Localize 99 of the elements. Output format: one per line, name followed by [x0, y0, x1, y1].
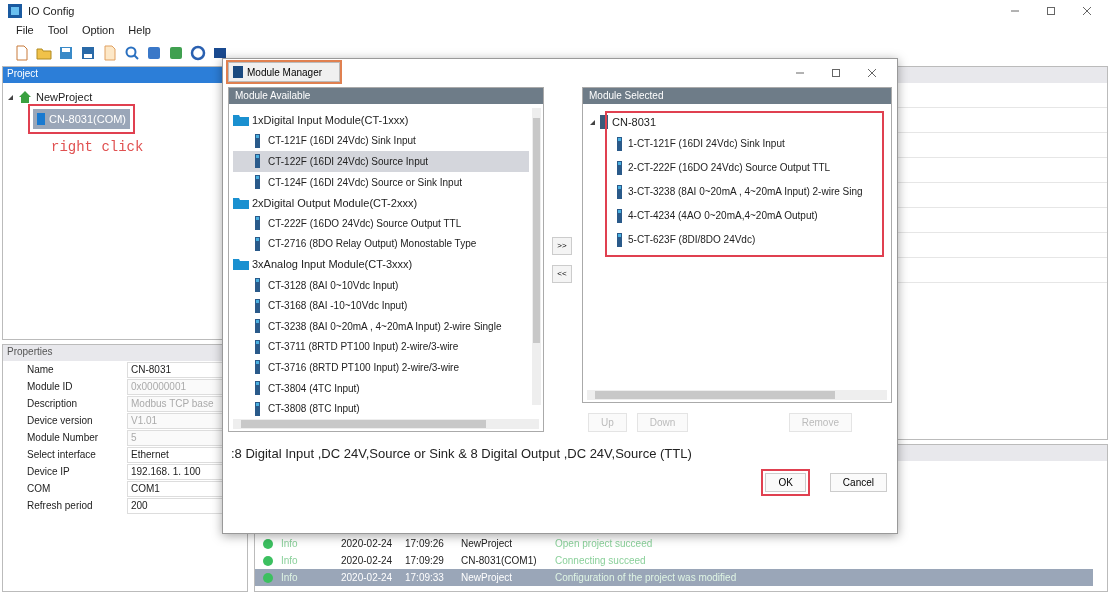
- module-icon: [233, 66, 243, 78]
- device-icon: [37, 113, 45, 125]
- module-icon: [255, 360, 260, 375]
- module-icon: [617, 232, 622, 247]
- folder-icon[interactable]: [36, 45, 52, 61]
- log-source: NewProject: [461, 572, 514, 583]
- module-icon: [617, 136, 622, 151]
- house-icon: [18, 90, 32, 104]
- property-name: Description: [27, 398, 79, 409]
- module-item[interactable]: CT-222F (16DO 24Vdc) Source Output TTL: [233, 212, 529, 234]
- property-name: COM: [27, 483, 52, 494]
- property-name: Device IP: [27, 466, 71, 477]
- app-icon: [8, 4, 22, 18]
- module-item[interactable]: CT-3128 (8AI 0~10Vdc Input): [233, 274, 529, 296]
- tree-item[interactable]: 3-CT-3238 (8AI 0~20mA , 4~20mA Input) 2-wire Sing: [589, 181, 885, 202]
- log-row[interactable]: Info 2020-02-24 17:09:26 NewProject Open project succeed: [255, 535, 1093, 552]
- scrollbar[interactable]: [587, 390, 887, 400]
- document-icon[interactable]: [14, 45, 30, 61]
- context-menu-item[interactable]: Module Manager: [228, 62, 340, 82]
- menu-item[interactable]: Tool: [47, 24, 68, 40]
- log-date: 2020-02-24: [341, 538, 394, 549]
- expanded-arrow-icon[interactable]: [7, 93, 14, 101]
- maximize-icon[interactable]: [831, 68, 841, 78]
- panel-title: Module Selected: [583, 88, 891, 104]
- module-icon: [255, 216, 260, 231]
- folder-icon: [233, 114, 249, 127]
- module-icon: [255, 381, 260, 395]
- square-icon[interactable]: [212, 45, 228, 61]
- group-label[interactable]: 3xAnalog Input Module(CT-3xxx): [252, 258, 413, 271]
- status-dot-icon: [263, 555, 273, 566]
- magnifier-icon[interactable]: [124, 45, 140, 61]
- folder-icon: [233, 196, 249, 209]
- log-message: Open project succeed: [555, 538, 654, 549]
- scrollbar[interactable]: [532, 108, 541, 405]
- tree-item[interactable]: NewProject: [36, 91, 93, 103]
- window-title: IO Config: [28, 5, 75, 17]
- status-dot-icon: [263, 572, 273, 583]
- module-icon: [255, 298, 260, 313]
- module-icon: [617, 160, 622, 175]
- log-time: 17:09:29: [405, 555, 445, 566]
- close-icon[interactable]: [1082, 6, 1092, 16]
- property-name: Refresh period: [27, 500, 94, 511]
- log-level: Info: [281, 538, 299, 549]
- module-icon: [255, 236, 260, 251]
- property-name: Module Number: [27, 432, 100, 443]
- module-item[interactable]: CT-3238 (8AI 0~20mA , 4~20mA Input) 2-wire Single: [233, 315, 529, 337]
- folder-icon: [233, 258, 249, 271]
- module-icon: [255, 154, 260, 169]
- module-icon: [255, 278, 260, 293]
- module-icon: [255, 339, 260, 354]
- maximize-icon[interactable]: [1046, 6, 1056, 16]
- tree-item[interactable]: 1-CT-121F (16DI 24Vdc) Sink Input: [589, 133, 885, 154]
- module-icon: [255, 401, 260, 416]
- tree-item[interactable]: 4-CT-4234 (4AO 0~20mA,4~20mA Output): [589, 205, 885, 226]
- log-message: Connecting succeed: [555, 555, 647, 566]
- menu-item[interactable]: Help: [128, 24, 151, 40]
- tree-item[interactable]: 5-CT-623F (8DI/8DO 24Vdc): [589, 229, 885, 250]
- module-item[interactable]: CT-124F (16DI 24Vdc) Source or Sink Input: [233, 171, 529, 193]
- square-icon[interactable]: [146, 45, 162, 61]
- module-item[interactable]: CT-2716 (8DO Relay Output) Monostable Type: [233, 233, 529, 255]
- expanded-arrow-icon[interactable]: [589, 118, 596, 126]
- module-icon: [255, 319, 260, 334]
- log-message: Configuration of the project was modified: [555, 572, 738, 583]
- module-icon: [255, 133, 260, 148]
- log-source: CN-8031(COM1): [461, 555, 538, 566]
- module-icon: [617, 208, 622, 223]
- log-level: Info: [281, 555, 299, 566]
- module-icon: [255, 175, 260, 190]
- property-name: Module ID: [27, 381, 74, 392]
- log-row[interactable]: Info 2020-02-24 17:09:29 CN-8031(COM1) Connecting succeed: [255, 552, 1093, 569]
- log-time: 17:09:33: [405, 572, 445, 583]
- tree-item[interactable]: 2-CT-222F (16DO 24Vdc) Source Output TTL: [589, 157, 885, 178]
- cancel-button[interactable]: Cancel: [829, 473, 887, 492]
- move-button[interactable]: <<: [552, 264, 572, 283]
- log-source: NewProject: [461, 538, 514, 549]
- status-dot-icon: [263, 538, 273, 549]
- module-item[interactable]: CT-3168 (8AI -10~10Vdc Input): [233, 295, 529, 316]
- panel-title: Module Available: [229, 88, 543, 104]
- group-label[interactable]: 1xDigital Input Module(CT-1xxx): [252, 114, 409, 127]
- tree-item[interactable]: CN-8031: [612, 116, 657, 128]
- log-time: 17:09:26: [405, 538, 445, 549]
- module-icon: [617, 184, 622, 199]
- menu-item[interactable]: File: [16, 24, 34, 40]
- log-date: 2020-02-24: [341, 572, 394, 583]
- menu-item[interactable]: Option: [81, 24, 115, 40]
- property-name: Device version: [27, 415, 94, 426]
- annotation-text: right click: [51, 139, 144, 155]
- property-name: Name: [27, 364, 55, 375]
- module-item[interactable]: CT-122F (16DI 24Vdc) Source Input: [233, 151, 529, 172]
- property-name: Select interface: [27, 449, 97, 460]
- module-item[interactable]: CT-121F (16DI 24Vdc) Sink Input: [233, 130, 529, 152]
- scrollbar[interactable]: [233, 419, 539, 429]
- move-button[interactable]: >>: [552, 236, 572, 255]
- group-label[interactable]: 2xDigital Output Module(CT-2xxx): [252, 196, 418, 209]
- device-icon: [600, 115, 608, 129]
- log-level: Info: [281, 572, 299, 583]
- log-date: 2020-02-24: [341, 555, 394, 566]
- close-icon[interactable]: [867, 68, 877, 78]
- circle-icon[interactable]: [190, 45, 206, 61]
